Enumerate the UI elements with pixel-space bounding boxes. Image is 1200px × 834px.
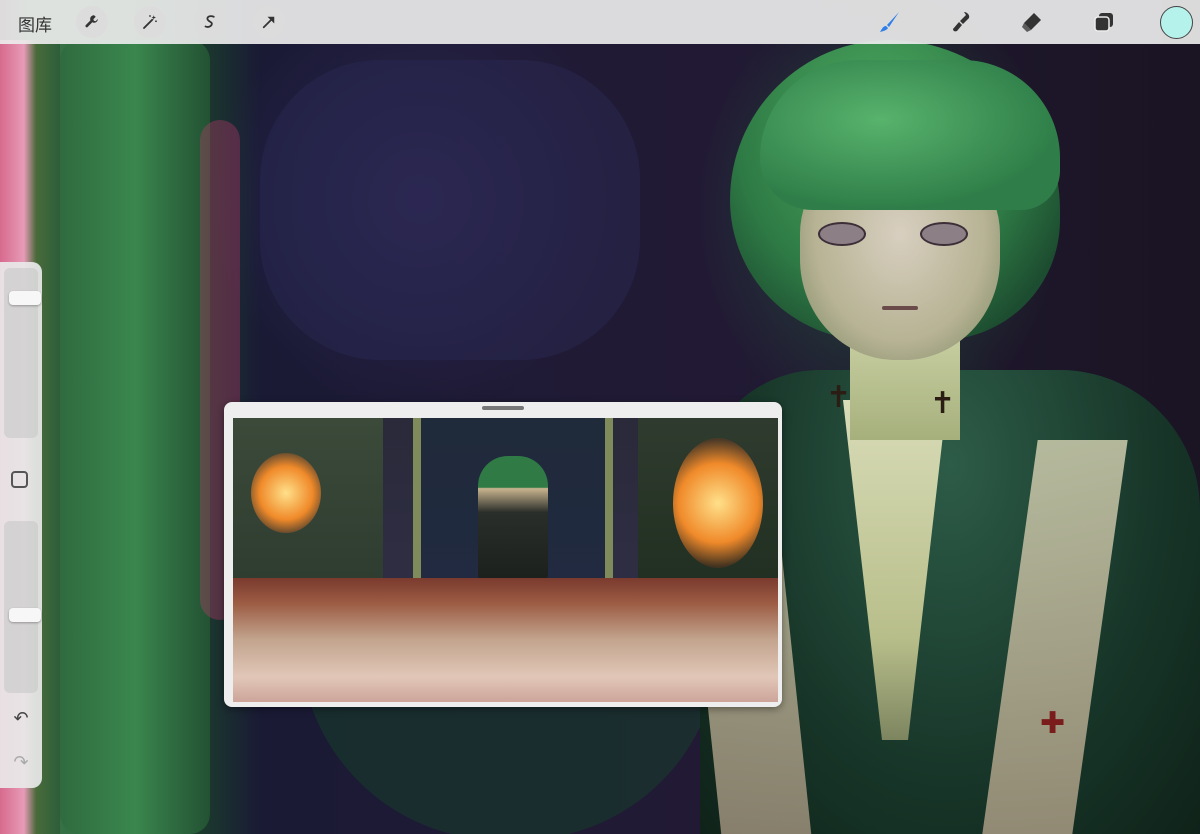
top-toolbar: 图库 (0, 0, 1200, 44)
collar-cross-left: ✝ (826, 380, 852, 415)
collar-cross-right: ✝ (930, 386, 956, 421)
gallery-button[interactable]: 图库 (18, 11, 52, 36)
paint-stroke (260, 60, 640, 360)
transform-arrow-icon (262, 16, 275, 29)
eraser-icon (1022, 13, 1041, 32)
magic-wand-icon (143, 15, 157, 29)
left-sidebar: ↶ ↷ (0, 262, 42, 788)
redo-button[interactable]: ↷ (10, 752, 32, 774)
smudge-icon (953, 12, 970, 32)
reference-figure-center (478, 456, 548, 581)
brush-size-thumb[interactable] (9, 291, 41, 306)
color-picker-button[interactable] (1160, 6, 1193, 39)
paint-stroke (60, 40, 210, 834)
opacity-slider[interactable] (4, 521, 41, 693)
modify-button[interactable] (11, 471, 28, 488)
wrench-icon (85, 15, 98, 28)
figure-bangs (760, 60, 1060, 210)
undo-button[interactable]: ↶ (10, 708, 32, 730)
figure-eye-right (920, 222, 968, 246)
reference-table (233, 578, 778, 702)
brush-tool-button[interactable] (877, 9, 903, 35)
stole-cross: ✚ (1040, 706, 1066, 741)
selection-button[interactable] (194, 6, 226, 38)
brush-size-slider[interactable] (4, 268, 41, 438)
reference-image (233, 418, 778, 702)
eraser-tool-button[interactable] (1018, 9, 1044, 35)
figure-eye-left (818, 222, 866, 246)
figure-mouth (882, 306, 918, 310)
reference-fire-left (251, 453, 321, 533)
adjustments-button[interactable] (134, 6, 166, 38)
reference-window[interactable] (224, 402, 782, 707)
layers-button[interactable] (1091, 9, 1117, 35)
reference-window-drag-handle[interactable] (482, 406, 524, 410)
brush-icon (880, 12, 899, 32)
smudge-tool-button[interactable] (949, 9, 975, 35)
layers-icon (1094, 13, 1113, 32)
selection-icon (204, 15, 215, 28)
actions-button[interactable] (76, 6, 108, 38)
transform-button[interactable] (253, 6, 285, 38)
opacity-thumb[interactable] (9, 607, 41, 622)
reference-fire-right (673, 438, 763, 568)
